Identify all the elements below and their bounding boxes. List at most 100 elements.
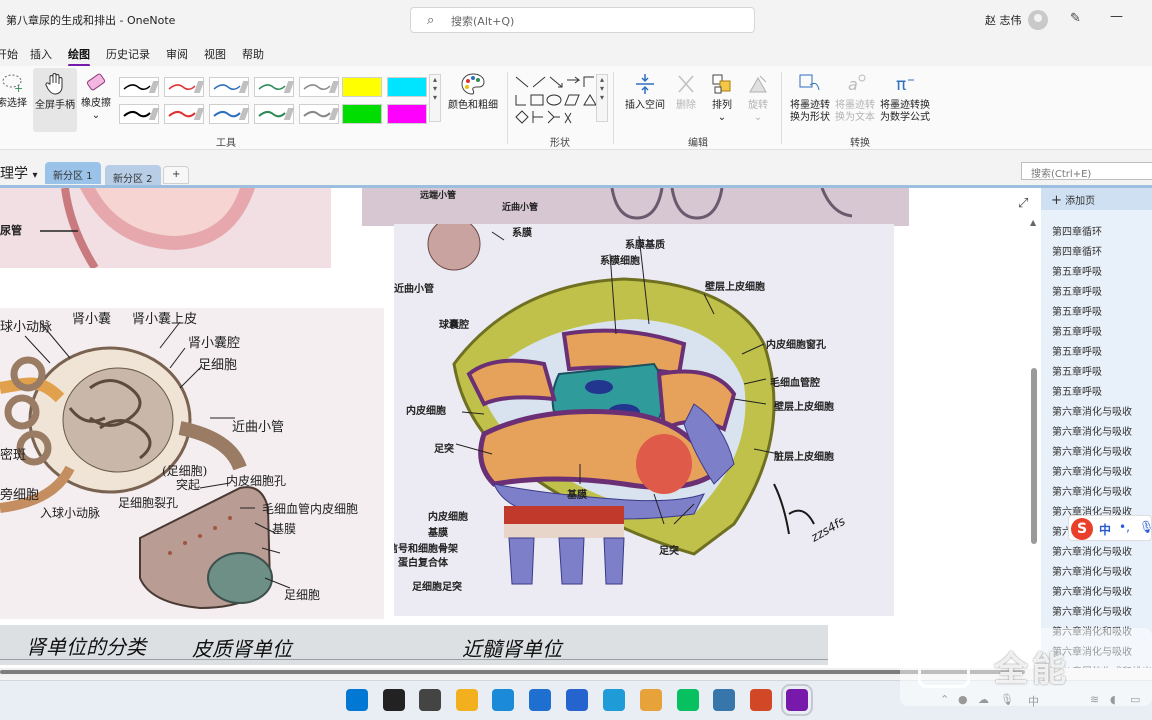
avatar[interactable] xyxy=(1028,10,1048,30)
page-item[interactable]: 第五章呼吸 xyxy=(1052,303,1102,318)
highlighter-swatch[interactable] xyxy=(342,104,382,124)
page-item[interactable]: 第五章呼吸 xyxy=(1052,363,1102,378)
page-item[interactable]: 第六章消化与吸收 xyxy=(1052,483,1132,498)
page-item[interactable]: 第六章消化与吸收 xyxy=(1052,443,1132,458)
highlighter-swatch[interactable] xyxy=(342,77,382,97)
page-item[interactable]: 第六章消化与吸收 xyxy=(1052,403,1132,418)
tab-history[interactable]: 历史记录 xyxy=(106,46,150,62)
tools-icon[interactable] xyxy=(640,689,662,711)
page-search-input[interactable]: 搜索(Ctrl+E) xyxy=(1021,162,1152,180)
page-item[interactable]: 第六章消化与吸收 xyxy=(1052,463,1132,478)
pen-icon[interactable]: ✎ xyxy=(1070,11,1081,26)
tab-view[interactable]: 视图 xyxy=(204,46,226,62)
tab-review[interactable]: 审阅 xyxy=(166,46,188,62)
page-item[interactable]: 第五章呼吸 xyxy=(1052,283,1102,298)
shapes-gallery-scroll[interactable]: ▴ ▾ ▾ xyxy=(596,74,608,122)
scrollbar-thumb[interactable] xyxy=(1031,368,1037,544)
horizontal-scrollbar[interactable] xyxy=(0,668,1041,676)
page-item[interactable]: 第四章循环 xyxy=(1052,243,1102,258)
ime-mode-label[interactable]: 中 xyxy=(1099,521,1111,538)
visceral-cells-label: 壁层上皮细胞 xyxy=(774,402,834,413)
add-page-button[interactable]: + 添加页 xyxy=(1041,188,1152,210)
lasso-select-button[interactable]: + 索选择 xyxy=(0,72,30,110)
user-name[interactable]: 赵 志伟 xyxy=(985,12,1022,28)
add-page-label: 添加页 xyxy=(1065,196,1096,207)
sogou-icon[interactable]: S xyxy=(1071,518,1093,540)
page-item[interactable]: 第四章循环 xyxy=(1052,223,1102,238)
section-tab-2[interactable]: 新分区 2 xyxy=(105,165,161,187)
notebook-name[interactable]: 理学 ▾ xyxy=(0,163,37,183)
page-item[interactable]: 第六章消化与吸收 xyxy=(1052,583,1132,598)
vertical-scrollbar[interactable]: ▲ xyxy=(1030,218,1038,662)
edge-dev-icon[interactable] xyxy=(603,689,625,711)
store-icon[interactable] xyxy=(529,689,551,711)
page-item[interactable]: 第六章消化与吸收 xyxy=(1052,423,1132,438)
page-item[interactable]: 第六章消化与吸收 xyxy=(1052,563,1132,578)
pen-swatch[interactable] xyxy=(299,104,340,124)
wechat-icon[interactable] xyxy=(677,689,699,711)
eraser-label: 橡皮擦 xyxy=(81,98,111,109)
pen-swatch[interactable] xyxy=(299,77,340,97)
ink-to-shape-button[interactable]: 将墨迹转换为形状 xyxy=(788,72,832,124)
ime-toolbar[interactable]: S 中 •, 🎙 xyxy=(1068,515,1152,541)
pen-swatch[interactable] xyxy=(209,77,250,97)
expand-icon[interactable]: ⤢ xyxy=(1018,196,1028,211)
ink-to-text-button[interactable]: a 将墨迹转换为文本 xyxy=(834,72,876,124)
tab-insert[interactable]: 插入 xyxy=(30,46,52,62)
delete-button[interactable]: 删除 xyxy=(672,72,700,112)
tab-draw[interactable]: 绘图 xyxy=(68,46,90,67)
pen-swatch[interactable] xyxy=(164,104,205,124)
page-item[interactable]: 第六章消化与吸收 xyxy=(1052,543,1132,558)
page-item[interactable]: 第六章消化与吸收 xyxy=(1052,603,1132,618)
task-view-icon[interactable] xyxy=(419,689,441,711)
edge-icon[interactable] xyxy=(492,689,514,711)
mesangium-label: 系膜 xyxy=(512,228,532,239)
full-screen-hand-button[interactable]: 全屏手柄 xyxy=(33,68,77,132)
highlighter-swatch[interactable] xyxy=(387,104,427,124)
hscroll-thumb[interactable] xyxy=(0,670,1025,674)
rotate-button[interactable]: 旋转 ⌄ xyxy=(744,72,772,124)
scroll-up-icon[interactable]: ▲ xyxy=(1030,218,1036,227)
tab-home[interactable]: 开始 xyxy=(0,46,18,62)
python-icon[interactable] xyxy=(713,689,735,711)
tab-help[interactable]: 帮助 xyxy=(242,46,264,62)
pen-swatch[interactable] xyxy=(209,104,250,124)
ribbon-tabs: 开始 插入 绘图 历史记录 审阅 视图 帮助 xyxy=(0,40,1152,67)
eraser-button[interactable]: 橡皮擦 ⌄ xyxy=(79,72,113,122)
mesangial-matrix-label: 系膜基质 xyxy=(625,240,665,251)
visceral-bottom-label: 脏层上皮细胞 xyxy=(774,452,834,463)
pen-gallery-scroll[interactable]: ▴ ▾ ▾ xyxy=(429,74,441,122)
note-canvas[interactable]: 尿管 远端小管 近曲小管 肾小囊 肾小囊上皮 肾小囊腔 球小动脉 足细胞 近曲小… xyxy=(0,188,1041,668)
video-icon[interactable] xyxy=(750,689,772,711)
onenote-icon[interactable] xyxy=(781,684,813,716)
minimize-button[interactable]: — xyxy=(1110,9,1123,24)
pen-swatch[interactable] xyxy=(254,77,295,97)
highlighter-swatch[interactable] xyxy=(387,77,427,97)
page-item[interactable]: 第五章呼吸 xyxy=(1052,343,1102,358)
granular-label: 旁细胞 xyxy=(0,488,40,503)
punctuation-icon[interactable]: •, xyxy=(1119,520,1130,534)
file-explorer-icon[interactable] xyxy=(456,689,478,711)
add-section-button[interactable]: + xyxy=(163,166,190,184)
search-placeholder: 搜索(Alt+Q) xyxy=(451,15,515,28)
search-box[interactable]: ⌕ 搜索(Alt+Q) xyxy=(410,7,755,33)
section-tab-1[interactable]: 新分区 1 xyxy=(45,162,101,184)
pen-swatch[interactable] xyxy=(119,77,160,97)
page-item[interactable]: 第五章呼吸 xyxy=(1052,263,1102,278)
ink-to-math-button[interactable]: π 将墨迹转换为数学公式 xyxy=(878,72,932,124)
lasso-icon: + xyxy=(2,74,23,95)
color-thickness-button[interactable]: 颜色和粗细 xyxy=(446,72,500,112)
page-item[interactable]: 第五章呼吸 xyxy=(1052,323,1102,338)
windows-start-icon[interactable] xyxy=(346,689,368,711)
todo-icon[interactable] xyxy=(566,689,588,711)
insert-space-button[interactable]: 插入空间 xyxy=(622,72,668,112)
pen-swatch[interactable] xyxy=(119,104,160,124)
pen-swatch[interactable] xyxy=(254,104,295,124)
search-icon[interactable] xyxy=(383,689,405,711)
page-item[interactable]: 第五章呼吸 xyxy=(1052,383,1102,398)
microphone-icon[interactable]: 🎙 xyxy=(1139,520,1152,534)
arrange-button[interactable]: 排列 ⌄ xyxy=(708,72,736,124)
shapes-gallery[interactable] xyxy=(513,74,608,126)
afferent-arteriole-label: 入球小动脉 xyxy=(40,506,101,520)
pen-swatch[interactable] xyxy=(164,77,205,97)
